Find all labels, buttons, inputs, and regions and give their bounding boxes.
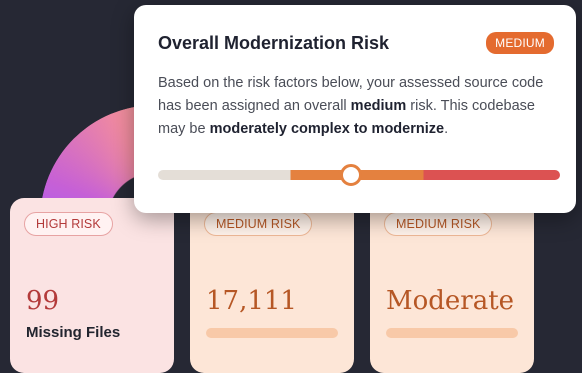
risk-card-medium-2[interactable]: MEDIUM RISK Moderate [370, 198, 534, 373]
risk-card-label: Missing Files [26, 324, 121, 341]
risk-card-missing-files[interactable]: HIGH RISK 99 Missing Files [10, 198, 174, 373]
description-emphasis: moderately complex to modernize [209, 121, 445, 137]
risk-card-bar [386, 328, 518, 338]
risk-pill-high: HIGH RISK [24, 212, 113, 236]
risk-card-bar [206, 328, 338, 338]
description-emphasis: medium [350, 98, 407, 114]
risk-level-badge: MEDIUM [486, 32, 554, 54]
risk-meter-thumb [339, 164, 362, 186]
description-text: . [444, 121, 449, 137]
risk-card-value: 99 [26, 286, 60, 316]
popover-title: Overall Modernization Risk [158, 32, 390, 53]
risk-card-medium-1[interactable]: MEDIUM RISK 17,111 [190, 198, 354, 373]
overall-risk-popover: Overall Modernization Risk MEDIUM Based … [134, 5, 576, 213]
risk-card-value: 17,111 [206, 286, 297, 316]
risk-meter-track [158, 164, 560, 186]
risk-card-value: Moderate [386, 286, 515, 316]
risk-pill-medium: MEDIUM RISK [384, 212, 493, 236]
risk-pill-medium: MEDIUM RISK [204, 212, 313, 236]
popover-description: Based on the risk factors below, your as… [158, 72, 554, 141]
